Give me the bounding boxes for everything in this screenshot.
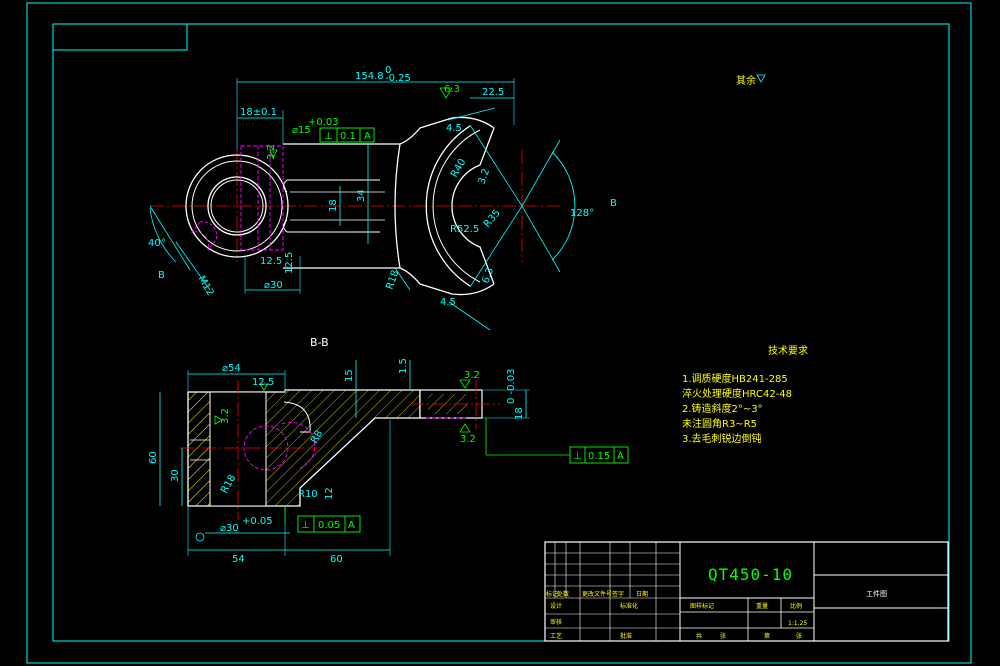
tb-cell-5: 设计 (550, 602, 562, 610)
tb-part-name: 工件图 (866, 589, 887, 598)
sec-dim-r10: R10 (298, 489, 318, 500)
tb-cell-13: 共 (696, 632, 702, 640)
sec-dim-30v: 30 (170, 469, 181, 482)
sec-dim-18: 18 (514, 407, 525, 420)
section-view: B-B ⌀54 12.5 15 1.5 3.2 3.2 3.2 18 0 -0.… (148, 336, 629, 565)
dim-r45-bottom: 4.5 (440, 297, 456, 308)
angle-ray-bottom (521, 205, 561, 273)
title-block: QT450-10 工件图 1:1.25 标记 处数 更改文件号 签字 日期 设计… (544, 541, 949, 642)
sec-dim-15: 15 (344, 369, 355, 382)
tech-req-line-3: 2.铸造斜度2°~3° (682, 402, 763, 415)
sec-dim-30-dia: ⌀30 (220, 523, 239, 534)
sec-dim-60h: 60 (330, 554, 343, 565)
corner-box (52, 23, 188, 51)
tb-scale: 1:1.25 (788, 620, 807, 627)
tb-cell-7: 审核 (550, 618, 562, 626)
roughness-sym-note (756, 74, 766, 83)
tb-cell-12: 比例 (790, 602, 802, 610)
roughness-63: 6.3 (444, 84, 460, 95)
inner-frame (52, 23, 950, 642)
angle-ray-top (521, 139, 561, 207)
tb-cell-16: 张 (796, 632, 802, 640)
tb-cell-9: 批准 (620, 632, 632, 640)
section-mark-b-right: B (610, 198, 617, 209)
tech-req-line-2: 淬火处理硬度HRC42-48 (682, 387, 792, 400)
roughness-32a: 3.2 (266, 144, 277, 160)
dim-r40: R40 (449, 157, 468, 180)
dim-r52: R52.5 (450, 224, 479, 235)
outer-frame (26, 2, 972, 664)
tech-req-line-1: 1.调质硬度HB241-285 (682, 372, 788, 385)
tb-cell-11: 重量 (756, 602, 768, 610)
dim-angle-40: 40° (148, 238, 166, 249)
sec-dim-54h: 54 (232, 554, 245, 565)
sec-dim-18-tol: 0 -0.03 (506, 369, 517, 404)
tb-cell-8: 工艺 (550, 632, 562, 640)
dim-34: 34 (356, 189, 367, 202)
gdt2-ref: A (348, 520, 355, 531)
dim-30: ⌀30 (264, 280, 283, 291)
gdt2-symbol: ⊥ (301, 520, 310, 531)
tb-cell-14: 张 (720, 632, 726, 640)
gdt1-symbol: ⊥ (573, 451, 582, 462)
tb-cell-15: 第 (764, 632, 770, 640)
tb-cell-1: 处数 (557, 590, 569, 598)
gdt1-ref: A (617, 451, 624, 462)
dim-angle-128: 128° (570, 208, 594, 219)
sec-rough-32c: 3.2 (220, 408, 231, 424)
dim-total-tol-lower: -0.25 (385, 73, 411, 84)
sec-rough-32a: 3.2 (464, 370, 480, 381)
roughness-sym-d (459, 423, 471, 433)
tb-cell-4: 日期 (636, 590, 648, 598)
dim-125b: 12.5 (284, 252, 295, 274)
gdt-perp-symbol: ⊥ (324, 131, 333, 142)
sec-dim-15b: 1.5 (398, 358, 409, 374)
tech-req-line-4: 未注圆角R3~R5 (682, 417, 757, 430)
dim-bore-offset: 18±0.1 (240, 107, 277, 118)
sec-dim-60v: 60 (148, 451, 159, 464)
dim-r35: R35 (482, 208, 503, 230)
dim-r32: 3.2 (476, 167, 492, 186)
tech-requirements: 技术要求 1.调质硬度HB241-285 淬火处理硬度HRC42-48 2.铸造… (682, 344, 808, 445)
sec-dim-54-dia: ⌀54 (222, 363, 241, 374)
cad-drawing-canvas: 154.8 0 -0.25 22.5 18±0.1 ⌀15 +0.03 ⊥ 0.… (26, 2, 972, 664)
gdt-perp-value: 0.1 (340, 131, 356, 142)
sec-dim-12: 12 (324, 487, 335, 500)
roughness-sym-c (459, 379, 471, 389)
sec-rough-32b: 3.2 (460, 434, 476, 445)
dim-22: 22.5 (482, 87, 504, 98)
tb-material: QT450-10 (708, 565, 793, 584)
tech-req-title: 技术要求 (768, 344, 808, 357)
sec-dim-125: 12.5 (252, 377, 274, 388)
section-hatch-left (188, 392, 210, 506)
gdt-perp-ref: A (364, 131, 371, 142)
section-label: B-B (310, 336, 329, 349)
datum-a-circle (195, 532, 205, 542)
dim-bore-tol: +0.03 (308, 117, 339, 128)
angle-arc-40 (149, 207, 177, 263)
tb-cell-10: 图样标记 (690, 602, 714, 610)
dim-r18: R18 (384, 269, 401, 291)
section-mark-b-left: B (158, 270, 165, 281)
dim-18v: 18 (328, 199, 339, 212)
sec-dim-30-tol: +0.05 (242, 516, 273, 527)
dim-125a: 12.5 (260, 256, 282, 267)
tech-req-line-5: 3.去毛刺锐边倒钝 (682, 432, 762, 445)
dim-r45-top: 4.5 (446, 123, 462, 134)
tb-cell-6: 标准化 (620, 602, 638, 610)
dim-total-length: 154.8 (355, 71, 384, 82)
gdt1-value: 0.15 (588, 451, 610, 462)
tb-cell-2: 更改文件号 (582, 590, 612, 598)
tb-cell-3: 签字 (612, 590, 624, 598)
top-view: 154.8 0 -0.25 22.5 18±0.1 ⌀15 +0.03 ⊥ 0.… (148, 65, 766, 331)
roughness-note: 其余 (736, 74, 756, 87)
gdt2-value: 0.05 (318, 520, 340, 531)
dim-m12: M12 (195, 274, 215, 298)
